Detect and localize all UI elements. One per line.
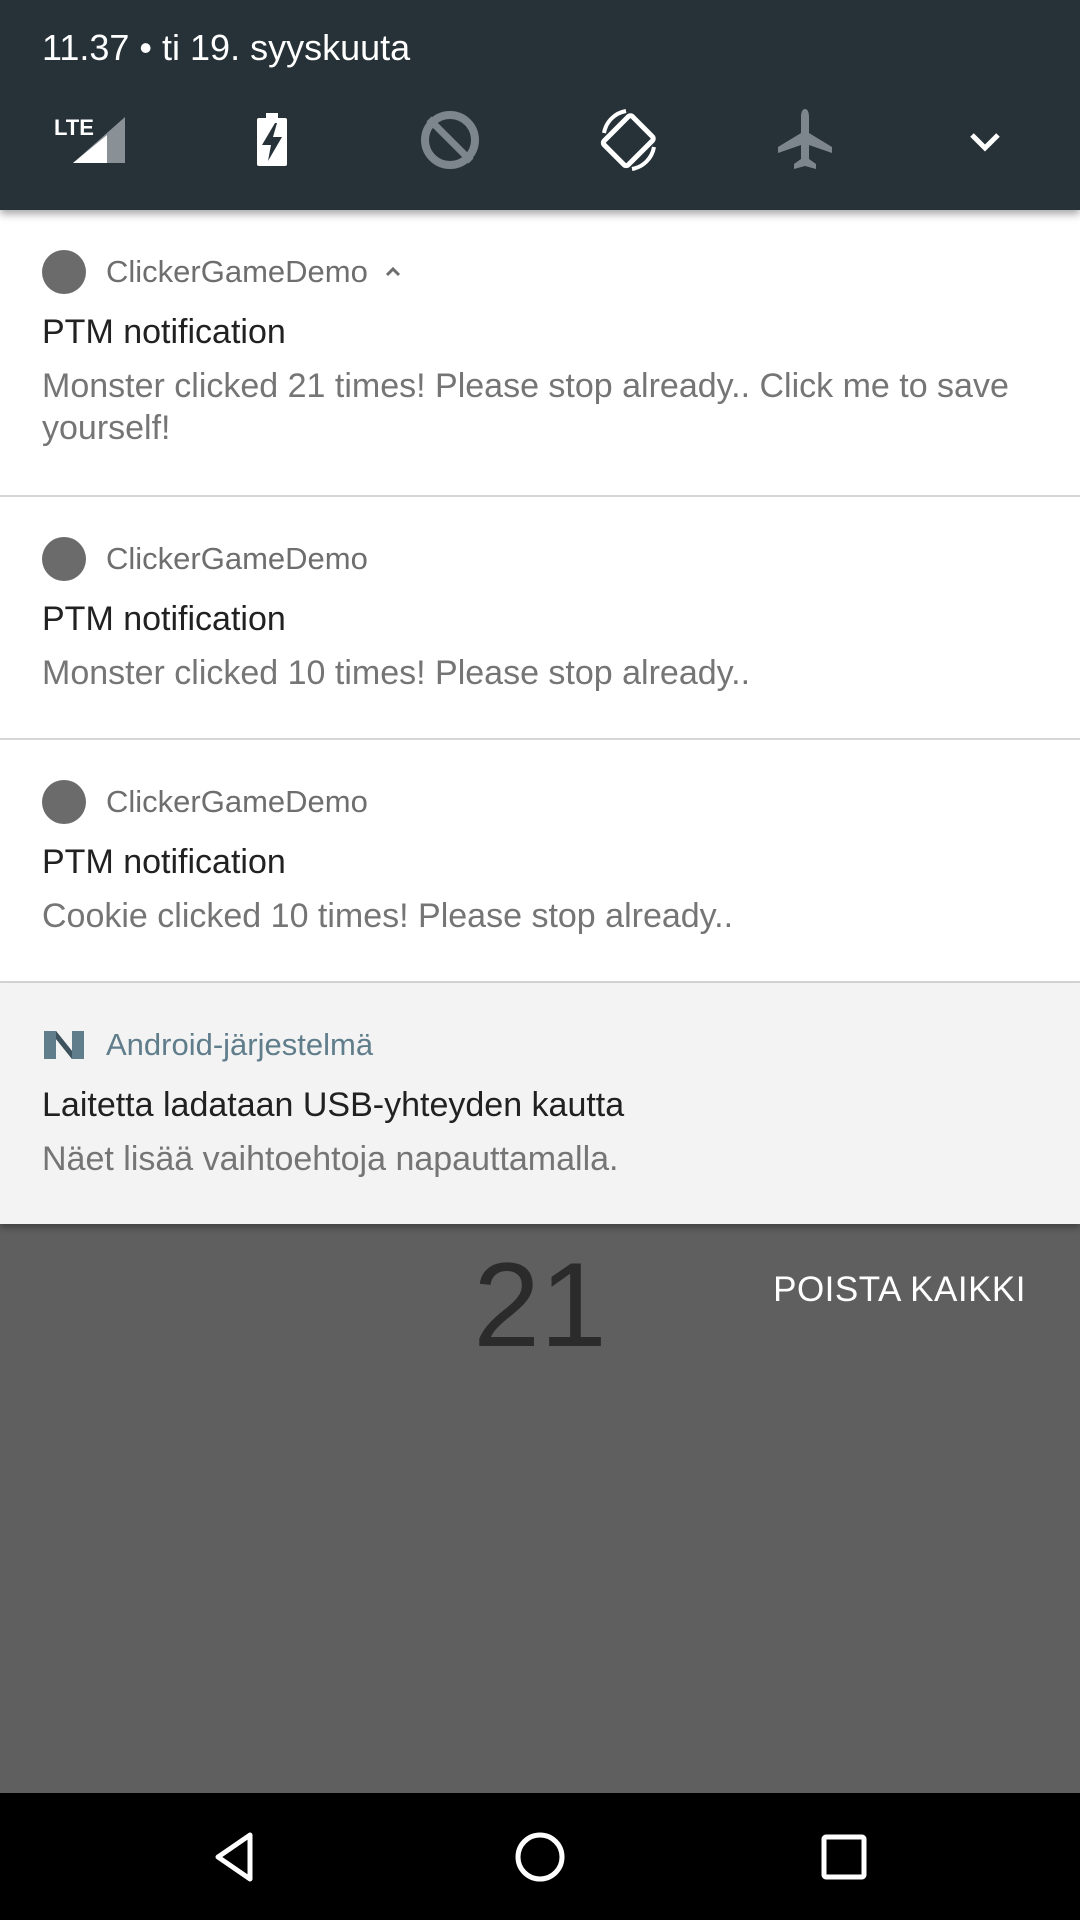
back-icon[interactable] [200,1821,272,1893]
notification-card[interactable]: ClickerGameDemo PTM notification Monster… [0,210,1080,497]
expand-chevron-icon[interactable] [940,95,1030,185]
app-icon [42,537,86,581]
notification-header: ClickerGameDemo [42,780,368,824]
app-icon [42,780,86,824]
notification-text: Monster clicked 21 times! Please stop al… [42,367,1009,447]
app-name: ClickerGameDemo [106,254,368,289]
lte-label: LTE [54,115,94,140]
app-name: ClickerGameDemo [106,541,368,576]
app-name: ClickerGameDemo [106,784,368,819]
app-icon [42,250,86,294]
notification-title: PTM notification [42,313,286,351]
notification-text: Cookie clicked 10 times! Please stop alr… [42,897,734,935]
notification-card[interactable]: ClickerGameDemo PTM notification Monster… [0,497,1080,740]
recents-icon[interactable] [808,1821,880,1893]
clear-all-button[interactable]: POISTA KAIKKI [773,1262,1026,1318]
quick-settings-row: LTE [0,95,1080,185]
date-time[interactable]: 11.37 • ti 19. syyskuuta [42,26,410,70]
airplane-mode-icon[interactable] [760,95,850,185]
notification-list: ClickerGameDemo PTM notification Monster… [0,210,1080,1224]
notification-header: ClickerGameDemo [42,537,368,581]
home-icon[interactable] [504,1821,576,1893]
battery-charging-icon[interactable] [227,95,317,185]
notification-text: Monster clicked 10 times! Please stop al… [42,654,751,692]
notification-card[interactable]: ClickerGameDemo PTM notification Cookie … [0,740,1080,983]
collapse-caret-icon[interactable] [382,261,404,283]
app-name: Android-järjestelmä [106,1027,374,1062]
notification-title: PTM notification [42,843,286,881]
notification-title: PTM notification [42,600,286,638]
system-notification-card[interactable]: Android-järjestelmä Laitetta ladataan US… [0,983,1080,1224]
notification-title: Laitetta ladataan USB-yhteyden kautta [42,1086,625,1124]
quick-settings-header: 11.37 • ti 19. syyskuuta LTE [0,0,1080,210]
navigation-bar [0,1793,1080,1920]
notification-text: Näet lisää vaihtoehtoja napauttamalla. [42,1140,619,1178]
notification-header: Android-järjestelmä [42,1023,373,1067]
auto-rotate-icon[interactable] [584,95,674,185]
signal-lte-icon[interactable]: LTE [45,95,135,185]
android-logo-icon [42,1023,86,1067]
notification-header: ClickerGameDemo [42,250,404,294]
data-saver-off-icon[interactable] [405,95,495,185]
